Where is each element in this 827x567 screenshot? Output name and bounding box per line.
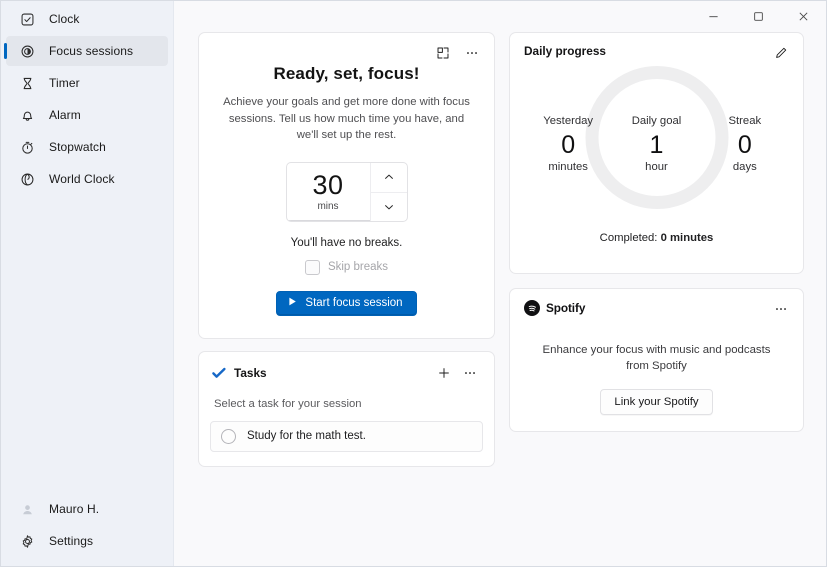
plus-icon[interactable]	[431, 361, 457, 385]
focus-card-tools	[430, 41, 485, 65]
sidebar-item-account[interactable]: Mauro H.	[6, 494, 168, 524]
sidebar-item-focus-sessions[interactable]: Focus sessions	[4, 36, 168, 66]
daily-progress-card: Daily progress Yesterday 0 minutes Daily…	[509, 32, 804, 274]
spotify-card: Spotify Enhance your focus with music an…	[509, 288, 804, 432]
tasks-header: Tasks	[210, 361, 483, 385]
sidebar-item-clock[interactable]: Clock	[6, 4, 168, 34]
gear-icon	[18, 532, 36, 550]
task-label: Study for the math test.	[247, 430, 366, 442]
tasks-card: Tasks Select a task for your session Stu…	[198, 350, 495, 467]
sidebar-item-label: Mauro H.	[49, 502, 100, 516]
sidebar-item-label: Stopwatch	[49, 140, 106, 154]
play-icon	[287, 296, 298, 310]
left-column: Ready, set, focus! Achieve your goals an…	[198, 32, 495, 566]
stat-label: Daily goal	[631, 115, 682, 127]
spotify-name: Spotify	[546, 301, 586, 315]
sidebar-item-label: Alarm	[49, 108, 81, 122]
sidebar-nav-list: Clock Focus sessions Timer Alarm Stopwat…	[1, 4, 173, 494]
start-button-row: Start focus session	[217, 290, 476, 316]
sidebar-item-label: Timer	[49, 76, 80, 90]
task-checkbox-icon[interactable]	[221, 428, 236, 444]
more-options-icon[interactable]	[459, 41, 485, 65]
sidebar-item-label: Settings	[49, 534, 94, 548]
sidebar-item-label: Focus sessions	[49, 44, 134, 58]
focus-description: Achieve your goals and get more done wit…	[223, 96, 470, 141]
duration-unit: mins	[317, 200, 339, 212]
sidebar-item-stopwatch[interactable]: Stopwatch	[6, 132, 168, 162]
bell-icon	[18, 106, 36, 124]
daily-progress-body: Yesterday 0 minutes Daily goal 1 hour St…	[524, 60, 789, 245]
stat-daily-goal: Daily goal 1 hour	[612, 115, 700, 173]
stat-unit: hour	[645, 161, 668, 173]
stat-value: 0	[737, 131, 752, 159]
focus-sessions-icon	[18, 42, 36, 60]
duration-spinner-wrap: 30 mins	[217, 161, 476, 222]
page-title: Ready, set, focus!	[273, 64, 420, 83]
chevron-up-icon[interactable]	[371, 163, 407, 192]
list-item[interactable]: Study for the math test.	[210, 420, 483, 452]
account-avatar-icon	[18, 500, 36, 518]
navigation-sidebar: Clock Focus sessions Timer Alarm Stopwat…	[1, 1, 174, 566]
tasks-subtitle: Select a task for your session	[214, 397, 362, 410]
stepper-buttons	[369, 162, 407, 221]
stat-streak: Streak 0 days	[701, 115, 789, 173]
stat-value: 0	[561, 131, 576, 159]
stat-value: 1	[649, 131, 664, 159]
clock-app-icon	[18, 10, 36, 28]
breaks-note: You'll have no breaks.	[290, 236, 403, 249]
more-options-icon[interactable]	[457, 361, 483, 385]
spotify-header: Spotify	[524, 300, 789, 316]
sidebar-item-settings[interactable]: Settings	[6, 526, 168, 556]
spotify-description: Enhance your focus with music and podcas…	[542, 344, 771, 372]
completed-value: 0 minutes	[660, 232, 714, 244]
duration-stepper[interactable]: 30 mins	[285, 161, 408, 222]
chevron-down-icon[interactable]	[370, 191, 407, 221]
sidebar-item-label: Clock	[49, 12, 80, 26]
sidebar-item-alarm[interactable]: Alarm	[6, 100, 168, 130]
sidebar-item-label: World Clock	[49, 172, 115, 186]
stat-label: Yesterday	[543, 115, 594, 127]
completed-status: Completed: 0 minutes	[524, 232, 789, 244]
sidebar-item-timer[interactable]: Timer	[6, 68, 168, 98]
mini-view-icon[interactable]	[430, 41, 456, 65]
sidebar-bottom-list: Mauro H. Settings	[1, 494, 173, 566]
stat-label: Streak	[728, 115, 762, 127]
more-options-icon[interactable]	[768, 297, 794, 321]
spotify-button-row: Link your Spotify	[524, 389, 789, 415]
content-columns: Ready, set, focus! Achieve your goals an…	[174, 1, 826, 566]
tasks-title: Tasks	[234, 365, 267, 380]
skip-breaks-row[interactable]: Skip breaks	[217, 259, 476, 275]
daily-progress-stats: Yesterday 0 minutes Daily goal 1 hour St…	[524, 115, 789, 173]
daily-progress-title: Daily progress	[524, 44, 606, 58]
start-button-label: Start focus session	[305, 297, 403, 309]
todo-check-icon	[210, 364, 227, 381]
main-area: Ready, set, focus! Achieve your goals an…	[174, 1, 826, 566]
stopwatch-icon	[18, 138, 36, 156]
spotify-icon	[524, 300, 540, 316]
focus-session-card: Ready, set, focus! Achieve your goals an…	[198, 32, 495, 339]
sidebar-item-world-clock[interactable]: World Clock	[6, 164, 168, 194]
stat-yesterday: Yesterday 0 minutes	[524, 115, 612, 173]
clock-app-window: Clock Focus sessions Timer Alarm Stopwat…	[0, 0, 827, 567]
stat-unit: days	[732, 161, 757, 173]
start-focus-session-button[interactable]: Start focus session	[276, 290, 417, 316]
stat-unit: minutes	[548, 161, 588, 173]
globe-icon	[18, 170, 36, 188]
right-column: Daily progress Yesterday 0 minutes Daily…	[509, 32, 804, 566]
completed-prefix: Completed:	[599, 232, 661, 244]
duration-value: 30	[312, 169, 344, 200]
hourglass-icon	[18, 74, 36, 92]
link-spotify-button[interactable]: Link your Spotify	[600, 389, 713, 415]
skip-breaks-label: Skip breaks	[327, 261, 389, 273]
skip-breaks-checkbox[interactable]	[304, 259, 320, 275]
duration-value-area: 30 mins	[286, 163, 370, 221]
